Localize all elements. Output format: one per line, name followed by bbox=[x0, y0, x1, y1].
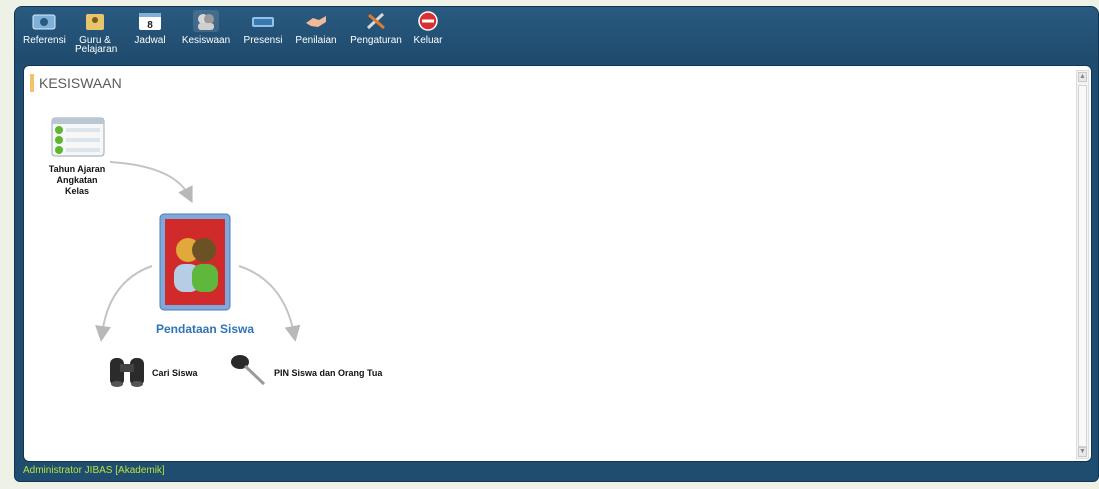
toolbar-item-kesiswaan[interactable]: Kesiswaan bbox=[179, 10, 233, 46]
vertical-scrollbar[interactable]: ▲ ▼ bbox=[1076, 70, 1089, 459]
tools-icon bbox=[366, 12, 385, 30]
toolbar-label-presensi: Presensi bbox=[243, 35, 283, 46]
pendataan-siswa-link[interactable]: Pendataan Siswa bbox=[156, 322, 254, 336]
toolbar-item-guru-pelajaran[interactable]: Guru & Pelajaran bbox=[75, 10, 118, 55]
student-card-icon bbox=[159, 213, 231, 311]
scroll-up-icon[interactable]: ▲ bbox=[1078, 72, 1087, 82]
pendataan-siswa-node[interactable] bbox=[158, 212, 232, 312]
referensi-icon bbox=[32, 14, 56, 30]
main-toolbar: Referensi Guru & Pelajaran 8 Jadwal Kesi… bbox=[15, 7, 1098, 63]
svg-text:8: 8 bbox=[147, 20, 153, 31]
calendar-icon: 8 bbox=[139, 13, 161, 31]
toolbar-item-keluar[interactable]: Keluar bbox=[409, 10, 447, 46]
toolbar-label-keluar: Keluar bbox=[413, 35, 443, 46]
handshake-icon bbox=[306, 16, 326, 27]
toolbar-item-pengaturan[interactable]: Pengaturan bbox=[349, 10, 403, 46]
cari-siswa-label[interactable]: Cari Siswa bbox=[152, 368, 198, 379]
toolbar-item-penilaian[interactable]: Penilaian bbox=[293, 10, 339, 46]
toolbar-item-referensi[interactable]: Referensi bbox=[23, 10, 66, 46]
app-window: Referensi Guru & Pelajaran 8 Jadwal Kesi… bbox=[14, 6, 1099, 482]
binoculars-icon bbox=[110, 358, 144, 387]
toolbar-label-pengaturan: Pengaturan bbox=[350, 35, 402, 46]
exit-icon bbox=[418, 11, 438, 31]
toolbar-item-jadwal[interactable]: 8 Jadwal bbox=[133, 10, 167, 46]
toolbar-label-jadwal: Jadwal bbox=[134, 35, 166, 46]
cari-siswa-node[interactable] bbox=[106, 350, 150, 390]
content-panel: KESISWAAN Tahun Ajaran Angkatan Kelas Pe… bbox=[23, 65, 1092, 462]
toolbar-label-referensi: Referensi bbox=[23, 35, 66, 46]
presensi-icon bbox=[252, 17, 274, 27]
scroll-down-icon[interactable]: ▼ bbox=[1078, 447, 1087, 457]
toolbar-label-pelajaran: Pelajaran bbox=[75, 44, 118, 55]
toolbar-item-presensi[interactable]: Presensi bbox=[241, 10, 285, 46]
pin-siswa-label[interactable]: PIN Siswa dan Orang Tua bbox=[274, 368, 382, 379]
teacher-icon bbox=[86, 14, 104, 30]
pin-siswa-node[interactable] bbox=[230, 352, 270, 388]
status-bar: Administrator JIBAS [Akademik] bbox=[23, 465, 165, 476]
toolbar-label-penilaian: Penilaian bbox=[295, 35, 337, 46]
scroll-thumb[interactable] bbox=[1078, 85, 1087, 447]
students-icon bbox=[193, 10, 219, 32]
toolbar-label-kesiswaan: Kesiswaan bbox=[181, 35, 231, 46]
key-icon bbox=[231, 355, 266, 386]
